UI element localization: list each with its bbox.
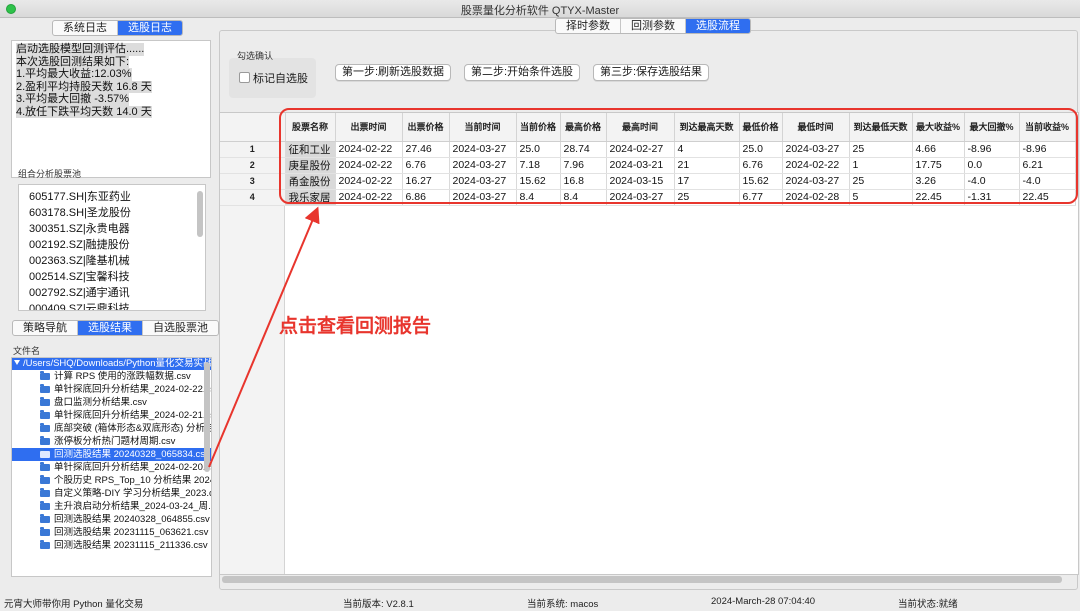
status-version: 当前版本: V2.8.1 <box>343 599 414 610</box>
log-line: 启动选股模型回测评估...... <box>16 43 145 56</box>
file-item[interactable]: 回测选股结果 20231115_211336.csv <box>12 539 211 552</box>
list-item[interactable]: 002192.SZ|融捷股份 <box>19 237 205 253</box>
file-item[interactable]: 个股历史 RPS_Top_10 分析结果 2024.csv <box>12 474 211 487</box>
log-tabs: 系统日志 选股日志 <box>52 20 183 36</box>
stock-pool-list[interactable]: 605177.SH|东亚药业 603178.SH|圣龙股份 300351.SZ|… <box>18 184 206 311</box>
tab-backtest-params[interactable]: 回测参数 <box>621 19 686 33</box>
file-icon <box>40 410 50 419</box>
file-icon <box>40 514 50 523</box>
status-datetime: 2024-March-28 07:04:40 <box>711 596 816 607</box>
file-item[interactable]: 单针探底回升分析结果_2024-02-22.csv <box>12 383 211 396</box>
mark-watchlist-checkbox[interactable] <box>239 72 250 83</box>
row-number[interactable]: 1 <box>220 141 286 158</box>
status-bar: 元宵大师带你用 Python 量化交易 当前版本: V2.8.1 当前系统: m… <box>0 593 1080 611</box>
log-line: 1.平均最大收益:12.03% <box>16 68 132 81</box>
step2-select-button[interactable]: 第二步:开始条件选股 <box>464 64 581 81</box>
confirm-group-label: 勾选确认 <box>237 51 274 61</box>
file-item[interactable]: 计算 RPS 使用的涨跌幅数据.csv <box>12 370 211 383</box>
list-item[interactable]: 603178.SH|圣龙股份 <box>19 205 205 221</box>
file-icon <box>40 371 50 380</box>
row-number[interactable]: 2 <box>220 157 286 174</box>
log-line: 4.放任下跌平均天数 14.0 天 <box>16 105 152 118</box>
file-icon <box>40 384 50 393</box>
tab-selection-log[interactable]: 选股日志 <box>118 21 182 35</box>
table-horizontal-scrollbar[interactable] <box>222 576 1062 583</box>
title-bar: 股票量化分析软件 QTYX-Master <box>0 0 1080 18</box>
row-number[interactable]: 4 <box>220 189 286 206</box>
tab-system-log[interactable]: 系统日志 <box>53 21 118 35</box>
workflow-tabs: 择时参数 回测参数 选股流程 <box>555 18 751 34</box>
file-icon <box>40 423 50 432</box>
file-item[interactable]: 盘口监测分析结果.csv <box>12 396 211 409</box>
row-header-column <box>220 205 285 574</box>
step1-refresh-button[interactable]: 第一步:刷新选股数据 <box>335 64 452 81</box>
status-slogan: 元宵大师带你用 Python 量化交易 <box>4 599 144 610</box>
status-state: 当前状态:就绪 <box>898 599 958 610</box>
log-line: 3.平均最大回撤 -3.57% <box>16 93 130 106</box>
file-item[interactable]: 回测选股结果 20231115_063621.csv <box>12 526 211 539</box>
file-icon <box>40 527 50 536</box>
tab-selection-results[interactable]: 选股结果 <box>78 321 143 335</box>
log-line: 本次选股回测结果如下: <box>16 55 130 68</box>
step3-save-button[interactable]: 第三步:保存选股结果 <box>593 64 710 81</box>
highlight-box <box>279 108 1078 204</box>
mark-watchlist-label: 标记自选股 <box>253 73 308 85</box>
table-corner <box>220 113 286 142</box>
file-icon <box>40 449 50 458</box>
file-scrollbar[interactable] <box>204 360 210 576</box>
log-output: 启动选股模型回测评估...... 本次选股回测结果如下: 1.平均最大收益:12… <box>11 40 211 178</box>
file-item[interactable]: 自定义策略-DIY 学习分析结果_2023.csv <box>12 487 211 500</box>
file-icon <box>40 397 50 406</box>
file-item-selected[interactable]: 回测选股结果 20240328_065834.csv <box>12 448 211 461</box>
list-item[interactable]: 605177.SH|东亚药业 <box>19 189 205 205</box>
file-item[interactable]: 涨停板分析热门题材周期.csv <box>12 435 211 448</box>
file-icon <box>40 462 50 471</box>
file-icon <box>40 488 50 497</box>
file-tree-root[interactable]: /Users/SHQ/Downloads/Python量化交易实战 <box>12 358 211 370</box>
file-tree[interactable]: /Users/SHQ/Downloads/Python量化交易实战 计算 RPS… <box>11 357 212 577</box>
list-item[interactable]: 002514.SZ|宝馨科技 <box>19 269 205 285</box>
file-icon <box>40 540 50 549</box>
list-item[interactable]: 002363.SZ|隆基机械 <box>19 253 205 269</box>
file-icon <box>40 475 50 484</box>
list-item[interactable]: 000409.SZ|云鼎科技 <box>19 301 205 310</box>
status-system: 当前系统: macos <box>527 599 599 610</box>
tab-timing-params[interactable]: 择时参数 <box>556 19 621 33</box>
list-item[interactable]: 002792.SZ|通宇通讯 <box>19 285 205 301</box>
tab-selection-flow[interactable]: 选股流程 <box>686 19 750 33</box>
window-title: 股票量化分析软件 QTYX-Master <box>460 5 620 17</box>
file-item[interactable]: 回测选股结果 20240328_064855.csv <box>12 513 211 526</box>
file-item[interactable]: 单针探底回升分析结果_2024-02-20.csv <box>12 461 211 474</box>
row-number[interactable]: 3 <box>220 173 286 190</box>
tab-strategy-nav[interactable]: 策略导航 <box>13 321 78 335</box>
file-column-header: 文件名 <box>13 346 41 356</box>
file-item[interactable]: 底部突破 (箱体形态&双底形态) 分析结果.csv <box>12 422 211 435</box>
file-scrollbar-thumb[interactable] <box>204 362 210 472</box>
file-icon <box>40 436 50 445</box>
file-item[interactable]: 单针探底回升分析结果_2024-02-21.csv <box>12 409 211 422</box>
log-line: 2.盈利平均持股天数 16.8 天 <box>16 80 152 93</box>
tab-watchlist[interactable]: 自选股票池 <box>143 321 218 335</box>
list-item[interactable]: 300351.SZ|永贵电器 <box>19 221 205 237</box>
pool-scrollbar[interactable] <box>197 191 203 237</box>
pool-label: 组合分析股票池 <box>18 169 82 179</box>
annotation-text: 点击查看回测报告 <box>279 315 432 337</box>
disclosure-triangle-icon[interactable] <box>14 360 20 365</box>
file-icon <box>40 501 50 510</box>
file-item[interactable]: 主升浪启动分析结果_2024-03-24_周.csv <box>12 500 211 513</box>
nav-tabs: 策略导航 选股结果 自选股票池 <box>12 320 219 336</box>
